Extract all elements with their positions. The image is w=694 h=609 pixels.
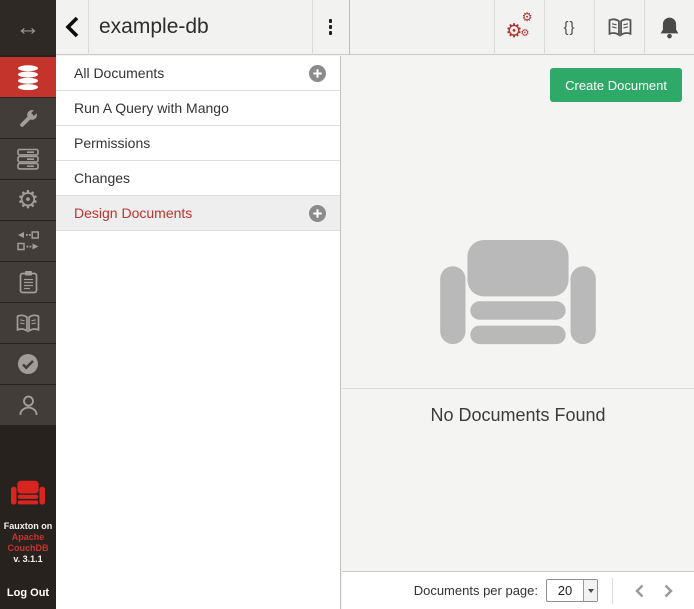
database-nav-panel: All Documents Run A Query with Mango Per…	[56, 56, 341, 609]
select-caret-icon	[583, 580, 597, 601]
nav-item-label: Run A Query with Mango	[74, 100, 326, 116]
nav-item-permissions[interactable]: Permissions	[56, 126, 340, 161]
per-page-label: Documents per page:	[414, 583, 538, 598]
sidebar-tiles: ⚙	[0, 57, 56, 425]
sidebar-item-documentation[interactable]	[0, 303, 56, 343]
version-label: v. 3.1.1	[0, 554, 56, 565]
notifications-button[interactable]	[644, 0, 694, 55]
nav-item-design-documents[interactable]: Design Documents	[56, 196, 340, 231]
pagination-footer: Documents per page: 20	[342, 571, 694, 609]
topbar: example-db ⚙⚙⚙ {}	[56, 0, 694, 55]
nav-item-label: Design Documents	[74, 205, 309, 221]
empty-state-message: No Documents Found	[342, 405, 694, 426]
check-circle-icon	[16, 352, 40, 376]
nav-item-label: All Documents	[74, 65, 309, 81]
previous-page-button[interactable]	[629, 580, 651, 602]
sidebar-item-configuration[interactable]: ⚙	[0, 180, 56, 220]
kebab-icon	[329, 19, 333, 35]
nav-item-all-documents[interactable]: All Documents	[56, 56, 340, 91]
fauxton-credit: Fauxton on Apache CouchDB	[0, 521, 56, 554]
clipboard-icon	[18, 270, 39, 295]
json-api-button[interactable]: {}	[544, 0, 594, 55]
credit-couchdb: CouchDB	[0, 543, 56, 554]
gear-icon: ⚙	[17, 188, 39, 213]
page-title: example-db	[89, 15, 209, 39]
next-page-button[interactable]	[657, 580, 679, 602]
json-brackets-icon: {}	[563, 19, 575, 36]
sidebar-item-databases[interactable]	[0, 57, 56, 97]
couch-icon	[440, 240, 596, 352]
credit-apache: Apache	[0, 532, 56, 543]
logout-button[interactable]: Log Out	[0, 587, 56, 609]
per-page-select[interactable]: 20	[546, 579, 598, 602]
sidebar-item-databases-list[interactable]	[0, 139, 56, 179]
primary-sidebar: ↔	[0, 0, 56, 609]
chevron-left-icon	[633, 583, 647, 599]
fauxton-logo	[11, 480, 45, 511]
resize-arrows-icon: ↔	[16, 15, 41, 40]
sidebar-item-setup[interactable]	[0, 98, 56, 138]
sidebar-item-account[interactable]	[0, 385, 56, 425]
documentation-button[interactable]	[594, 0, 644, 55]
sidebar-item-verify[interactable]	[0, 344, 56, 384]
bell-icon	[659, 16, 680, 39]
nav-item-label: Changes	[74, 170, 326, 186]
documents-main-panel: Create Document No Documents Found Docum…	[342, 56, 694, 609]
server-list-icon	[16, 147, 40, 171]
gears-icon: ⚙⚙⚙	[507, 14, 533, 40]
add-design-document-icon[interactable]	[309, 205, 326, 222]
per-page-value: 20	[547, 580, 583, 601]
back-button[interactable]	[56, 0, 89, 55]
nav-item-changes[interactable]: Changes	[56, 161, 340, 196]
fauxton-app: ↔	[0, 0, 694, 609]
empty-state: No Documents Found	[342, 56, 694, 426]
add-document-icon[interactable]	[309, 65, 326, 82]
docs-book-icon	[607, 17, 633, 38]
sidebar-item-replication[interactable]	[0, 221, 56, 261]
settings-gears-button[interactable]: ⚙⚙⚙	[494, 0, 544, 55]
database-icon	[15, 64, 41, 90]
nav-item-mango-query[interactable]: Run A Query with Mango	[56, 91, 340, 126]
back-chevron-icon	[64, 15, 81, 39]
nav-item-label: Permissions	[74, 135, 326, 151]
sidebar-footer: Fauxton on Apache CouchDB v. 3.1.1 Log O…	[0, 480, 56, 609]
chevron-right-icon	[661, 583, 675, 599]
sidebar-collapse-button[interactable]: ↔	[0, 0, 56, 55]
user-icon	[17, 394, 40, 417]
replication-icon	[16, 231, 40, 251]
database-options-menu[interactable]	[312, 0, 350, 55]
divider	[342, 388, 694, 389]
sidebar-item-active-tasks[interactable]	[0, 262, 56, 302]
credit-line: Fauxton on	[0, 521, 56, 532]
open-book-icon	[15, 313, 41, 334]
wrench-icon	[17, 107, 40, 130]
divider	[612, 578, 613, 604]
